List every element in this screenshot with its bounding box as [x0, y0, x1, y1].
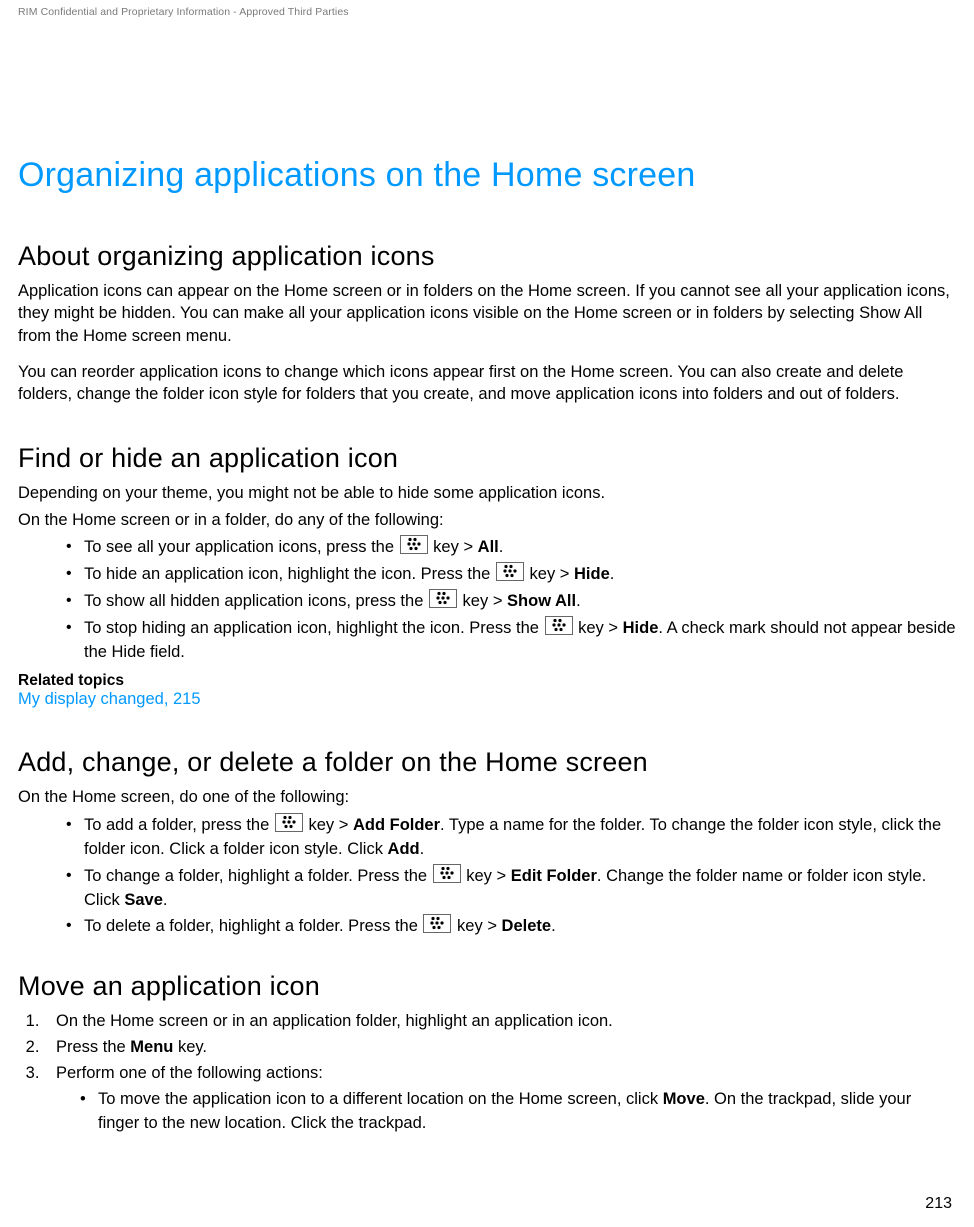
- find-intro: On the Home screen or in a folder, do an…: [18, 509, 956, 531]
- find-item-4: To stop hiding an application icon, high…: [66, 616, 956, 665]
- move-step-3: Perform one of the following actions: To…: [44, 1062, 956, 1136]
- folder-list: To add a folder, press the key > Add Fol…: [18, 813, 956, 940]
- move-sub-list: To move the application icon to a differ…: [56, 1088, 956, 1136]
- find-item-3: To show all hidden application icons, pr…: [66, 589, 956, 614]
- blackberry-key-icon: [496, 562, 524, 581]
- section-heading-about: About organizing application icons: [18, 241, 956, 272]
- related-topics-label: Related topics: [18, 672, 956, 690]
- blackberry-key-icon: [429, 589, 457, 608]
- find-item-2: To hide an application icon, highlight t…: [66, 562, 956, 587]
- find-item-1: To see all your application icons, press…: [66, 535, 956, 560]
- blackberry-key-icon: [433, 864, 461, 883]
- about-paragraph-2: You can reorder application icons to cha…: [18, 361, 956, 406]
- find-list: To see all your application icons, press…: [18, 535, 956, 665]
- section-heading-find: Find or hide an application icon: [18, 443, 956, 474]
- about-paragraph-1: Application icons can appear on the Home…: [18, 280, 956, 347]
- folder-item-delete: To delete a folder, highlight a folder. …: [66, 914, 956, 939]
- page-number: 213: [925, 1195, 952, 1213]
- section-heading-folder: Add, change, or delete a folder on the H…: [18, 747, 956, 778]
- confidential-header: RIM Confidential and Proprietary Informa…: [18, 6, 956, 18]
- page-title: Organizing applications on the Home scre…: [18, 156, 956, 195]
- blackberry-key-icon: [275, 813, 303, 832]
- folder-intro: On the Home screen, do one of the follow…: [18, 786, 956, 808]
- related-link-display-changed[interactable]: My display changed, 215: [18, 690, 956, 709]
- section-heading-move: Move an application icon: [18, 971, 956, 1002]
- find-lead: Depending on your theme, you might not b…: [18, 482, 956, 504]
- folder-item-change: To change a folder, highlight a folder. …: [66, 864, 956, 913]
- move-step-1: On the Home screen or in an application …: [44, 1010, 956, 1034]
- move-step-2: Press the Menu key.: [44, 1036, 956, 1060]
- move-steps: On the Home screen or in an application …: [18, 1010, 956, 1136]
- blackberry-key-icon: [423, 914, 451, 933]
- move-sub-item-1: To move the application icon to a differ…: [80, 1088, 956, 1136]
- folder-item-add: To add a folder, press the key > Add Fol…: [66, 813, 956, 862]
- blackberry-key-icon: [400, 535, 428, 554]
- blackberry-key-icon: [545, 616, 573, 635]
